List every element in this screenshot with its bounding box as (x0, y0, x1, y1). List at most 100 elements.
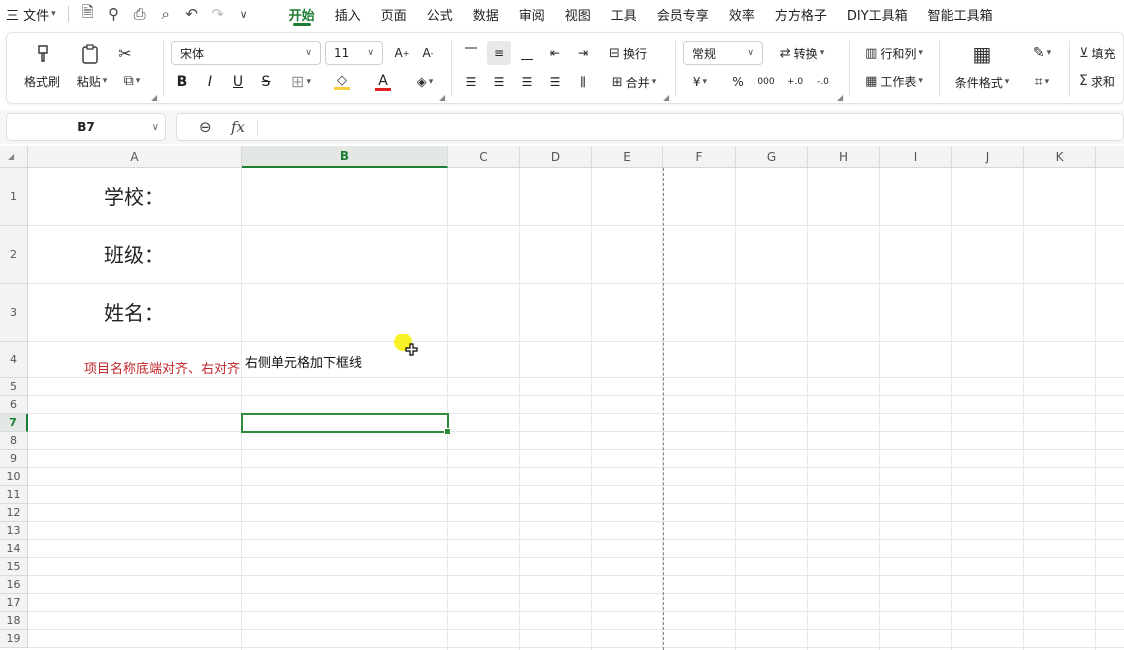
row-header-16[interactable]: 16 (0, 576, 28, 594)
row-header-10[interactable]: 10 (0, 468, 28, 486)
align-top-icon[interactable]: ⎺ (459, 41, 483, 65)
border-button[interactable]: ⊞ ▾ (285, 71, 317, 93)
row-header-11[interactable]: 11 (0, 486, 28, 504)
save-icon[interactable]: 🗎 (75, 0, 101, 28)
row-header-9[interactable]: 9 (0, 450, 28, 468)
align-center-icon[interactable]: ☰ (487, 71, 511, 93)
align-left-icon[interactable]: ☰ (459, 71, 483, 93)
fx-icon[interactable]: fx (231, 118, 245, 136)
format-painter-button[interactable]: 格式刷 (17, 71, 67, 91)
tab-11[interactable]: DIY工具箱 (837, 0, 918, 28)
justify-icon[interactable]: ☰ (543, 71, 567, 93)
cut-icon[interactable]: ✂ (113, 43, 137, 65)
paste-button[interactable]: 粘贴 ▾ (69, 71, 115, 91)
tab-1[interactable]: 插入 (325, 0, 371, 28)
row-header-19[interactable]: 19 (0, 630, 28, 648)
tab-2[interactable]: 页面 (371, 0, 417, 28)
row-header-6[interactable]: 6 (0, 396, 28, 414)
convert-button[interactable]: ⇄ 转换 ▾ (771, 41, 833, 65)
font-size-select[interactable]: 11 ∨ (325, 41, 383, 65)
row-header-4[interactable]: 4 (0, 342, 28, 378)
decrease-font-icon[interactable]: A- (417, 41, 439, 65)
font-color-button[interactable]: A (367, 71, 399, 93)
fill-color-button[interactable]: ◇ (325, 71, 359, 93)
column-header-d[interactable]: D (520, 146, 592, 168)
select-all-corner[interactable]: ◢ (0, 146, 28, 168)
row-header-8[interactable]: 8 (0, 432, 28, 450)
tab-12[interactable]: 智能工具箱 (918, 0, 1003, 28)
row-header-13[interactable]: 13 (0, 522, 28, 540)
file-menu[interactable]: 三 文件 ▾ (0, 0, 62, 28)
clear-button[interactable]: ◈ ▾ (409, 71, 441, 93)
increase-font-icon[interactable]: A + (391, 41, 413, 65)
column-header-i[interactable]: I (880, 146, 952, 168)
italic-button[interactable]: I (199, 71, 221, 93)
expand-corner-icon[interactable]: ◢ (439, 93, 445, 102)
formula-input[interactable]: ⊖ fx (176, 113, 1124, 141)
column-header-h[interactable]: H (808, 146, 880, 168)
selected-cell-b7[interactable] (241, 413, 451, 435)
tab-10[interactable]: 方方格子 (765, 0, 837, 28)
expand-corner-icon[interactable]: ◢ (663, 93, 669, 102)
zoom-icon[interactable]: ⊖ (199, 118, 212, 136)
tab-5[interactable]: 审阅 (509, 0, 555, 28)
border-style-button[interactable]: ⌗ ▾ (1025, 71, 1059, 93)
thousands-button[interactable]: 000 (753, 71, 779, 93)
worksheet-button[interactable]: ▦ 工作表 ▾ (857, 69, 931, 93)
column-header-g[interactable]: G (736, 146, 808, 168)
column-header-a[interactable]: A (28, 146, 242, 168)
row-header-15[interactable]: 15 (0, 558, 28, 576)
more-chevron-icon[interactable]: ∨ (231, 0, 257, 28)
percent-button[interactable]: % (727, 71, 749, 93)
merge-button[interactable]: ⊞ 合并 ▾ (601, 71, 667, 93)
align-bottom-icon[interactable]: ⎽ (515, 41, 539, 65)
row-header-1[interactable]: 1 (0, 168, 28, 226)
tab-8[interactable]: 会员专享 (647, 0, 719, 28)
font-name-select[interactable]: 宋体 ∨ (171, 41, 321, 65)
column-header-e[interactable]: E (592, 146, 663, 168)
row-header-18[interactable]: 18 (0, 612, 28, 630)
number-format-select[interactable]: 常规 ∨ (683, 41, 763, 65)
column-header-f[interactable]: F (663, 146, 736, 168)
conditional-format-button[interactable]: 条件格式 ▾ (951, 71, 1013, 93)
conditional-format-icon[interactable]: ▦ (965, 41, 999, 67)
indent-icon[interactable]: ⇥ (571, 41, 595, 65)
align-right-icon[interactable]: ☰ (515, 71, 539, 93)
column-header-k[interactable]: K (1024, 146, 1096, 168)
expand-corner-icon[interactable]: ◢ (151, 93, 157, 102)
column-header-b[interactable]: B (242, 146, 448, 168)
decrease-decimal-button[interactable]: -.0 (811, 71, 835, 93)
redo-icon[interactable]: ↷ (205, 0, 231, 28)
distributed-icon[interactable]: ⫼ (571, 71, 595, 93)
print-preview-icon[interactable]: ⌕ (153, 0, 179, 28)
rows-cols-button[interactable]: ▥ 行和列 ▾ (857, 41, 931, 65)
outdent-icon[interactable]: ⇤ (543, 41, 567, 65)
share-icon[interactable]: ⚲ (101, 0, 127, 28)
tab-4[interactable]: 数据 (463, 0, 509, 28)
currency-button[interactable]: ¥ ▾ (683, 71, 717, 93)
underline-button[interactable]: U (227, 71, 249, 93)
increase-decimal-button[interactable]: +.0 (783, 71, 807, 93)
row-header-17[interactable]: 17 (0, 594, 28, 612)
paste-icon[interactable] (75, 43, 105, 65)
undo-icon[interactable]: ↶ (179, 0, 205, 28)
column-header-overflow[interactable] (1096, 146, 1124, 168)
row-header-12[interactable]: 12 (0, 504, 28, 522)
name-box[interactable]: B7 ∨ (6, 113, 166, 141)
copy-button[interactable]: ⧉ ▾ (115, 71, 149, 91)
strikethrough-button[interactable]: S (255, 71, 277, 93)
expand-corner-icon[interactable]: ◢ (837, 93, 843, 102)
bold-button[interactable]: B (171, 71, 193, 93)
row-header-2[interactable]: 2 (0, 226, 28, 284)
wrap-text-button[interactable]: ⊟ 换行 (601, 41, 655, 65)
sheet-grid[interactable]: ◢ A B C D E F G H I J K 1 2 3 4 5 6 7 8 9 10 11 12 13 14 15 16 17 18… (0, 146, 1124, 650)
column-header-c[interactable]: C (448, 146, 520, 168)
cell-style-button[interactable]: ✎ ▾ (1025, 41, 1059, 65)
row-header-14[interactable]: 14 (0, 540, 28, 558)
format-painter-icon[interactable] (21, 43, 65, 65)
align-middle-icon[interactable]: ≡ (487, 41, 511, 65)
column-header-j[interactable]: J (952, 146, 1024, 168)
tab-9[interactable]: 效率 (719, 0, 765, 28)
sum-button[interactable]: Σ 求和 (1079, 69, 1124, 93)
row-header-3[interactable]: 3 (0, 284, 28, 342)
